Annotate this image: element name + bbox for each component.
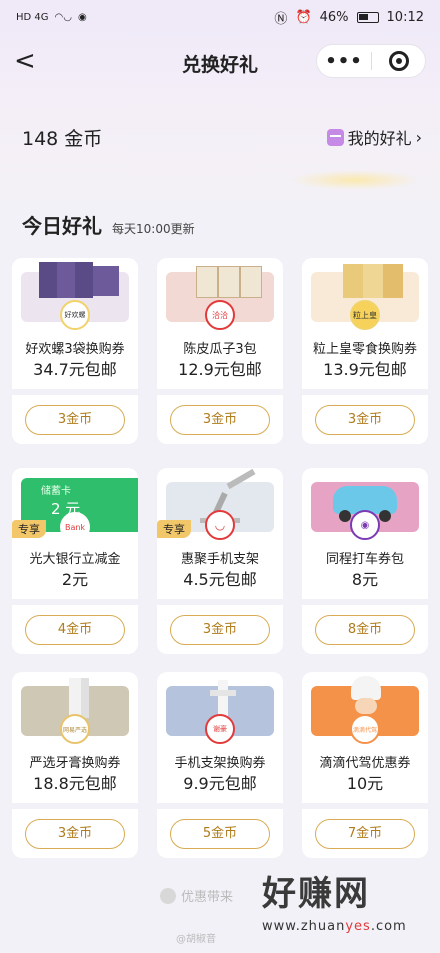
- redeem-button[interactable]: 8金币: [315, 615, 415, 645]
- gift-card[interactable]: ◉ 同程打车券包 8元 8金币: [302, 468, 428, 654]
- gift-name: 粒上皇零食换购券: [312, 342, 417, 357]
- gift-card[interactable]: 储蓄卡 2 元 Bank 专享 光大银行立减金 2元 4金币: [12, 468, 138, 654]
- gift-card[interactable]: 滴滴代驾 滴滴代驾优惠券 10元 7金币: [302, 672, 428, 858]
- exclusive-badge: 专享: [12, 520, 46, 538]
- decorative-glow: [290, 170, 420, 190]
- nfc-icon: Ⓝ: [274, 11, 288, 27]
- gift-card[interactable]: ◡ 专享 惠聚手机支架 4.5元包邮 3金币: [157, 468, 283, 654]
- card-divider: [12, 803, 138, 809]
- redeem-button[interactable]: 3金币: [315, 405, 415, 435]
- brand-logo-icon: 粒上皇: [350, 300, 380, 330]
- target-icon: [388, 51, 409, 71]
- clock: 10:12: [386, 9, 424, 25]
- gift-name: 陈皮瓜子3包: [183, 342, 257, 357]
- brand-logo-icon: 好欢螺: [60, 300, 90, 330]
- gift-price: 4.5元包邮: [183, 570, 257, 589]
- coin-balance: 148 金币: [22, 127, 103, 150]
- footer-note: 优惠带来: [160, 886, 233, 905]
- card-divider: [12, 599, 138, 605]
- watermark-logo: 好赚网: [262, 874, 370, 914]
- my-gifts-link[interactable]: 我的好礼 ›: [326, 125, 422, 149]
- gift-name: 同程打车券包: [325, 552, 404, 567]
- weibo-watermark: @胡椒音: [176, 934, 216, 945]
- gift-name: 手机支架换购券: [174, 756, 266, 771]
- footer-logo-icon: [160, 887, 176, 904]
- card-divider: [302, 803, 428, 809]
- gift-card[interactable]: 好欢螺 好欢螺3袋换购券 34.7元包邮 3金币: [12, 258, 138, 444]
- watermark-url: www.zhuanyes.com: [262, 919, 407, 934]
- section-title: 今日好礼: [22, 214, 102, 238]
- brand-logo-icon: ◡: [205, 510, 235, 540]
- alarm-icon: ⏰: [295, 9, 312, 25]
- gift-name: 滴滴代驾优惠券: [319, 756, 411, 771]
- card-divider: [157, 599, 283, 605]
- navigation-bar: < 兑换好礼 •••: [0, 42, 440, 82]
- brand-logo-icon: 洽洽: [205, 300, 235, 330]
- card-divider: [12, 389, 138, 395]
- card-divider: [302, 599, 428, 605]
- card-divider: [157, 803, 283, 809]
- card-type-label: 储蓄卡: [41, 486, 71, 497]
- network-icons: HD 4G ◠◡ ◉: [16, 12, 87, 23]
- redeem-button[interactable]: 3金币: [25, 405, 125, 435]
- status-bar: HD 4G ◠◡ ◉ Ⓝ ⏰ 46% 10:12: [0, 0, 440, 34]
- card-divider: [302, 389, 428, 395]
- section-subtitle: 每天10:00更新: [112, 222, 195, 236]
- my-gifts-label: 我的好礼: [347, 129, 412, 148]
- battery-percent: 46%: [319, 9, 349, 25]
- gift-card[interactable]: 网易严选 严选牙膏换购券 18.8元包邮 3金币: [12, 672, 138, 858]
- redeem-button[interactable]: 7金币: [315, 819, 415, 849]
- more-menu-button[interactable]: •••: [317, 51, 371, 72]
- gift-name: 惠聚手机支架: [180, 552, 259, 567]
- miniapp-capsule: •••: [316, 44, 426, 78]
- gift-price: 9.9元包邮: [183, 774, 257, 793]
- brand-logo-icon: ◉: [350, 510, 380, 540]
- chevron-right-icon: ›: [415, 127, 422, 147]
- redeem-button[interactable]: 3金币: [170, 405, 270, 435]
- redeem-button[interactable]: 3金币: [25, 819, 125, 849]
- exclusive-badge: 专享: [157, 520, 191, 538]
- coins-row: 148 金币 我的好礼 ›: [22, 122, 422, 152]
- redeem-button[interactable]: 5金币: [170, 819, 270, 849]
- gift-price: 12.9元包邮: [178, 360, 262, 379]
- gift-card[interactable]: 洽洽 陈皮瓜子3包 12.9元包邮 3金币: [157, 258, 283, 444]
- gift-price: 13.9元包邮: [323, 360, 407, 379]
- gift-name: 光大银行立减金: [29, 552, 121, 567]
- brand-logo-icon: 滴滴代驾: [350, 714, 380, 744]
- gift-card[interactable]: 粒上皇 粒上皇零食换购券 13.9元包邮 3金币: [302, 258, 428, 444]
- battery-icon: [356, 11, 379, 23]
- gift-card[interactable]: 谢豪 手机支架换购券 9.9元包邮 5金币: [157, 672, 283, 858]
- gift-name: 严选牙膏换购券: [29, 756, 121, 771]
- redeem-button[interactable]: 3金币: [170, 615, 270, 645]
- gift-price: 18.8元包邮: [33, 774, 117, 793]
- gift-icon: [326, 128, 344, 146]
- eye-icon: ◉: [77, 11, 87, 23]
- gift-price: 8元: [351, 570, 379, 589]
- card-divider: [157, 389, 283, 395]
- gift-price: 2元: [61, 570, 89, 589]
- footer-note-text: 优惠带来: [181, 890, 234, 905]
- brand-logo-icon: Bank: [60, 512, 90, 542]
- section-header: 今日好礼 每天10:00更新: [22, 210, 195, 239]
- signal-icon: HD 4G: [16, 11, 49, 23]
- gift-price: 34.7元包邮: [33, 360, 117, 379]
- brand-logo-icon: 谢豪: [205, 714, 235, 744]
- wifi-icon: ◠◡: [54, 11, 72, 23]
- close-miniapp-button[interactable]: [372, 51, 425, 71]
- redeem-button[interactable]: 4金币: [25, 615, 125, 645]
- brand-logo-icon: 网易严选: [60, 714, 90, 744]
- gift-price: 10元: [346, 774, 384, 793]
- gift-name: 好欢螺3袋换购券: [25, 342, 125, 357]
